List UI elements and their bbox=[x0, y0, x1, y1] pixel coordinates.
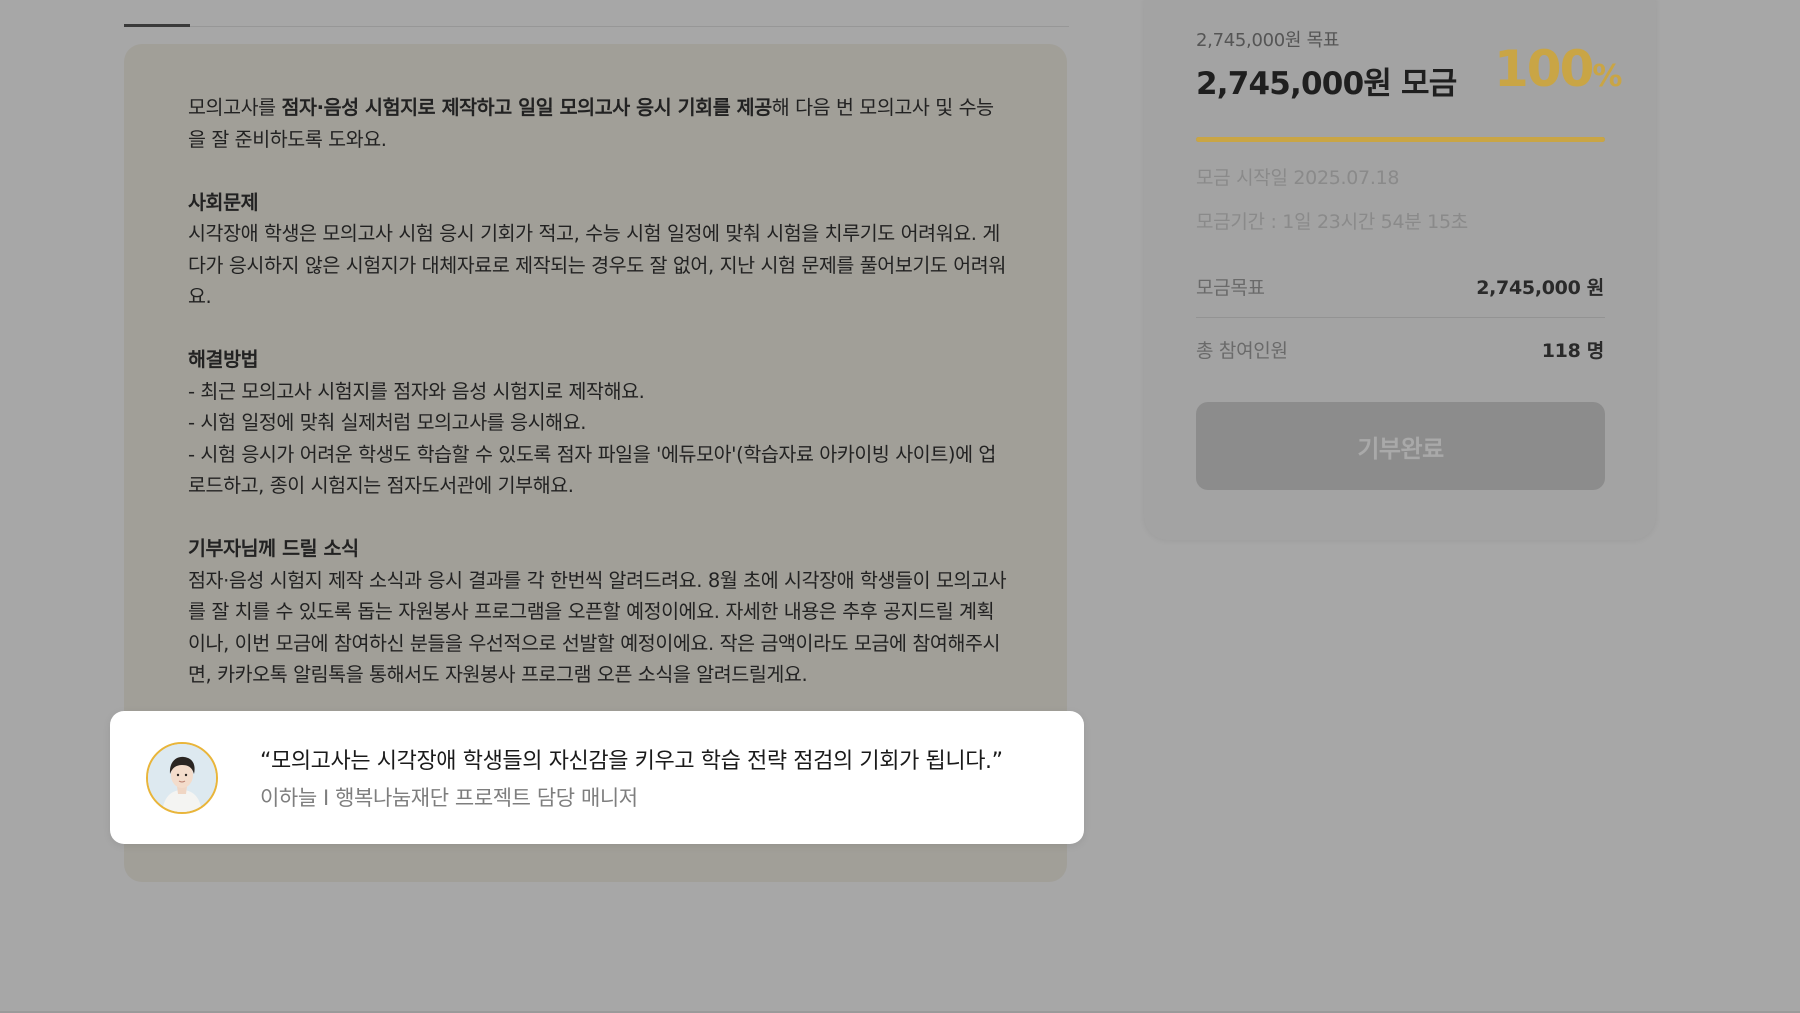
list-item: - 시험 응시가 어려운 학생도 학습할 수 있도록 점자 파일을 '에듀모아'… bbox=[188, 442, 996, 498]
donate-complete-button[interactable]: 기부완료 bbox=[1196, 402, 1605, 490]
story-intro: 모의고사를 점자·음성 시험지로 제작하고 일일 모의고사 응시 기회를 제공해… bbox=[188, 96, 994, 151]
section-title: 해결방법 bbox=[188, 348, 259, 371]
section-social-problem: 사회문제 시각장애 학생은 모의고사 시험 응시 기회가 적고, 수능 시험 일… bbox=[188, 187, 1010, 313]
list-item: - 시험 일정에 맞춰 실제처럼 모의고사를 응시해요. bbox=[188, 411, 587, 434]
tab-underline bbox=[124, 26, 1069, 27]
goal-value: 2,745,000 원 bbox=[1476, 277, 1604, 299]
person-avatar-icon bbox=[148, 744, 216, 812]
avatar bbox=[146, 742, 218, 814]
progress-bar bbox=[1196, 137, 1605, 142]
participants-label: 총 참여인원 bbox=[1196, 340, 1288, 362]
quote-text: “모의고사는 시각장애 학생들의 자신감을 키우고 학습 전략 점검의 기회가 … bbox=[260, 749, 1003, 774]
funding-period: 모금기간 : 1일 23시간 54분 15초 bbox=[1196, 211, 1468, 233]
active-tab-indicator bbox=[124, 24, 190, 27]
section-solution: 해결방법 - 최근 모의고사 시험지를 점자와 음성 시험지로 제작해요. - … bbox=[188, 344, 1010, 502]
raised-amount: 2,745,000원 모금 bbox=[1196, 66, 1457, 102]
goal-amount-caption: 2,745,000원 목표 bbox=[1196, 30, 1340, 51]
divider bbox=[1196, 317, 1605, 318]
section-title: 사회문제 bbox=[188, 190, 259, 214]
story-intro-highlight: 점자·음성 시험지로 제작하고 일일 모의고사 응시 기회를 제공 bbox=[281, 96, 773, 119]
quote-author: 이하늘 I 행복나눔재단 프로젝트 담당 매니저 bbox=[260, 786, 638, 810]
progress-percent: 100% bbox=[1494, 40, 1622, 98]
story-content: 모의고사를 점자·음성 시험지로 제작하고 일일 모의고사 응시 기회를 제공해… bbox=[188, 92, 1010, 722]
progress-bar-fill bbox=[1196, 137, 1605, 142]
section-body: 점자·음성 시험지 제작 소식과 응시 결과를 각 한번씩 알려드려요. 8월 … bbox=[188, 568, 1007, 687]
participants-value: 118 명 bbox=[1541, 340, 1605, 362]
goal-label: 모금목표 bbox=[1196, 277, 1265, 299]
section-body: 시각장애 학생은 모의고사 시험 응시 기회가 적고, 수능 시험 일정에 맞춰… bbox=[188, 222, 1006, 308]
quote-card: “모의고사는 시각장애 학생들의 자신감을 키우고 학습 전략 점검의 기회가 … bbox=[110, 711, 1084, 844]
list-item: - 최근 모의고사 시험지를 점자와 음성 시험지로 제작해요. bbox=[188, 379, 645, 403]
start-date: 모금 시작일 2025.07.18 bbox=[1196, 167, 1400, 189]
section-donor-news: 기부자님께 드릴 소식 점자·음성 시험지 제작 소식과 응시 결과를 각 한번… bbox=[188, 533, 1010, 691]
section-title: 기부자님께 드릴 소식 bbox=[188, 537, 359, 560]
